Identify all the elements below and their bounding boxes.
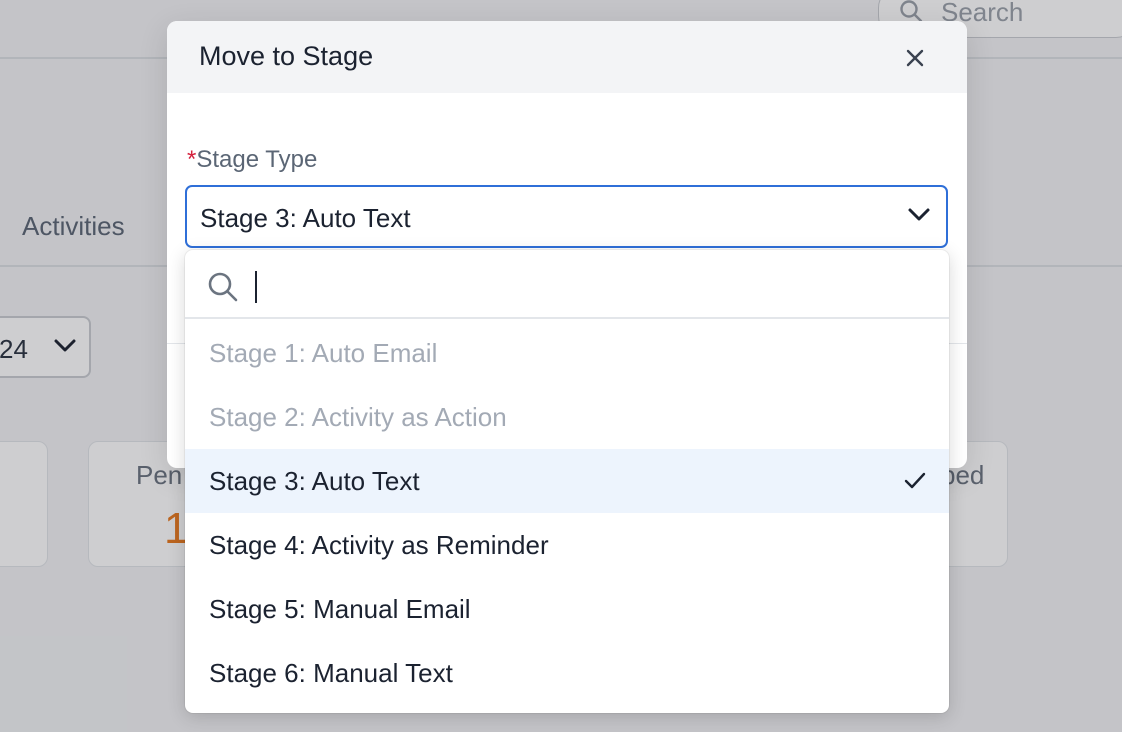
required-marker: * [187, 146, 197, 173]
stage-option-6[interactable]: Stage 6: Manual Text [185, 641, 949, 705]
stage-option-label: Stage 2: Activity as Action [209, 402, 507, 432]
stage-option-list: Stage 1: Auto Email Stage 2: Activity as… [185, 321, 949, 705]
chevron-down-icon [908, 208, 930, 221]
modal-title: Move to Stage [199, 41, 374, 71]
stage-type-value: Stage 3: Auto Text [200, 203, 411, 233]
stage-option-4[interactable]: Stage 4: Activity as Reminder [185, 513, 949, 577]
dropdown-search [185, 250, 949, 319]
checkmark-icon [904, 472, 926, 489]
close-icon[interactable] [903, 46, 927, 70]
stage-option-3[interactable]: Stage 3: Auto Text [185, 449, 949, 513]
stage-option-5[interactable]: Stage 5: Manual Email [185, 577, 949, 641]
stage-option-2[interactable]: Stage 2: Activity as Action [185, 385, 949, 449]
stage-option-label: Stage 5: Manual Email [209, 594, 471, 624]
stage-option-label: Stage 6: Manual Text [209, 658, 453, 688]
dropdown-search-input[interactable] [251, 264, 915, 306]
stage-option-1[interactable]: Stage 1: Auto Email [185, 321, 949, 385]
stage-option-label: Stage 3: Auto Text [209, 466, 420, 496]
stage-type-label: *Stage Type [187, 146, 317, 174]
stage-type-select[interactable]: Stage 3: Auto Text [185, 185, 948, 248]
stage-type-dropdown: Stage 1: Auto Email Stage 2: Activity as… [185, 250, 949, 713]
search-icon [208, 272, 238, 302]
stage-type-label-text: Stage Type [196, 146, 318, 173]
stage-option-label: Stage 4: Activity as Reminder [209, 530, 549, 560]
stage-option-label: Stage 1: Auto Email [209, 338, 438, 368]
modal-header: Move to Stage [167, 21, 967, 93]
